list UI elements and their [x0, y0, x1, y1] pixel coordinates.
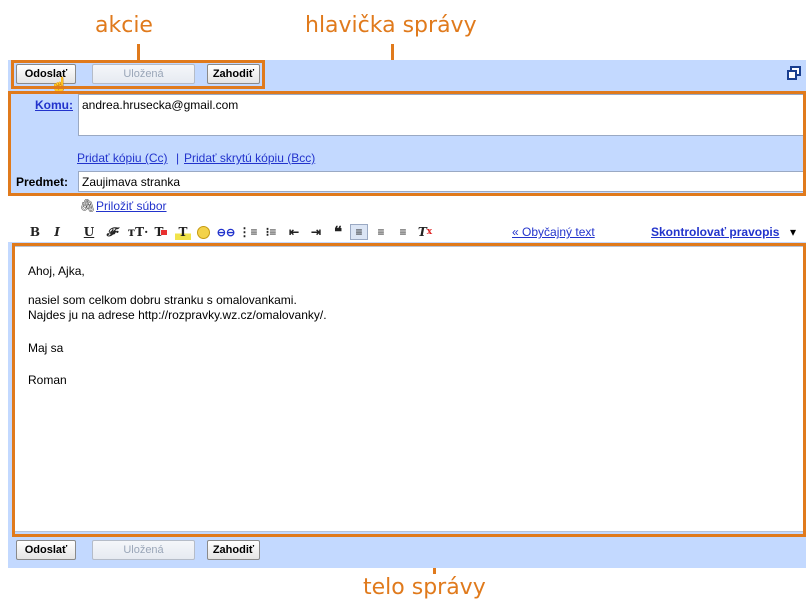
annotation-actions-leader [137, 44, 140, 61]
send-button-bottom[interactable]: Odoslať [16, 540, 76, 560]
align-left-icon[interactable]: ≡ [350, 224, 368, 240]
saved-button-bottom: Uložená [92, 540, 195, 560]
align-center-icon[interactable]: ≡ [373, 224, 389, 240]
underline-icon[interactable]: U [82, 224, 96, 240]
open-in-new-window-icon[interactable] [787, 66, 801, 80]
spellcheck-link[interactable]: Skontrolovať pravopis [651, 225, 779, 239]
font-size-icon[interactable]: тT· [127, 224, 149, 240]
align-right-icon[interactable]: ≡ [395, 224, 411, 240]
highlight-color-icon[interactable]: T [175, 224, 191, 240]
remove-formatting-icon[interactable]: Tx [417, 224, 433, 240]
quote-icon[interactable]: ❝ [330, 224, 346, 241]
indent-more-icon[interactable]: ⇥ [308, 224, 324, 240]
bold-icon[interactable]: B [28, 224, 42, 240]
discard-button-bottom[interactable]: Zahodiť [207, 540, 260, 560]
text-color-icon[interactable]: T [153, 224, 169, 240]
bullet-list-icon[interactable]: ⁝≡ [263, 224, 279, 240]
spellcheck-dropdown-icon[interactable]: ▾ [790, 225, 796, 239]
annotation-body: telo správy [363, 575, 486, 600]
italic-icon[interactable]: I [50, 224, 64, 240]
link-icon[interactable]: ⊖⊖ [217, 224, 235, 240]
indent-less-icon[interactable]: ⇤ [286, 224, 302, 240]
numbered-list-icon[interactable]: ⋮≡ [239, 224, 258, 240]
attach-file-link[interactable]: Priložiť súbor [96, 199, 167, 213]
emoticon-icon[interactable] [195, 224, 211, 240]
plain-text-link[interactable]: « Obyčajný text [512, 225, 595, 239]
paperclip-icon: 🖇 [79, 198, 96, 213]
annotation-actions: akcie [95, 13, 153, 38]
annotation-header: hlavička správy [305, 13, 477, 38]
actions-highlight-box [11, 60, 265, 89]
body-highlight-box [12, 243, 806, 537]
header-highlight-box [8, 91, 806, 196]
font-family-icon[interactable]: 𝓕· [103, 224, 123, 240]
